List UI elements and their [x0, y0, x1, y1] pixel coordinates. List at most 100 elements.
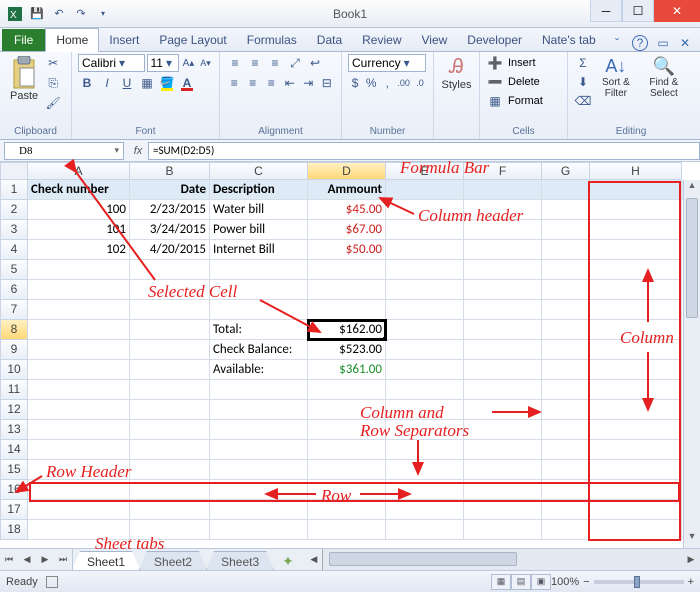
minimize-ribbon-icon[interactable]: ˇ: [610, 36, 624, 50]
bold-button[interactable]: B: [78, 74, 96, 92]
cell[interactable]: [28, 300, 130, 320]
cell[interactable]: [130, 260, 210, 280]
cell[interactable]: [464, 520, 542, 540]
cell[interactable]: [590, 360, 682, 380]
row-header-11[interactable]: 11: [0, 380, 28, 400]
cell[interactable]: [308, 260, 386, 280]
row-header-16[interactable]: 16: [0, 480, 28, 500]
col-header-c[interactable]: C: [210, 162, 308, 180]
decrease-decimal-icon[interactable]: .0: [413, 74, 427, 92]
cell[interactable]: [308, 500, 386, 520]
cell[interactable]: [130, 420, 210, 440]
cell[interactable]: [542, 420, 590, 440]
sheet-tab-3[interactable]: Sheet3: [206, 551, 274, 570]
cell[interactable]: [464, 500, 542, 520]
row-header-15[interactable]: 15: [0, 460, 28, 480]
border-button[interactable]: ▦: [138, 74, 156, 92]
sheet-tab-2[interactable]: Sheet2: [139, 551, 207, 570]
qat-dropdown-icon[interactable]: ▾: [94, 5, 112, 23]
delete-cells-label[interactable]: Delete: [506, 76, 540, 88]
zoom-in-button[interactable]: +: [688, 576, 694, 588]
cell[interactable]: [590, 500, 682, 520]
cell[interactable]: [542, 240, 590, 260]
cell[interactable]: [210, 440, 308, 460]
cell[interactable]: [28, 360, 130, 380]
align-left-icon[interactable]: ≡: [226, 74, 243, 92]
cell[interactable]: Internet Bill: [210, 240, 308, 260]
cell[interactable]: 2/23/2015: [130, 200, 210, 220]
tab-view[interactable]: View: [412, 29, 458, 51]
cell[interactable]: [28, 520, 130, 540]
cell[interactable]: [542, 500, 590, 520]
tab-formulas[interactable]: Formulas: [237, 29, 307, 51]
italic-button[interactable]: I: [98, 74, 116, 92]
cell[interactable]: [210, 480, 308, 500]
row-header-1[interactable]: 1: [0, 180, 28, 200]
cell[interactable]: [542, 360, 590, 380]
cell[interactable]: 4/20/2015: [130, 240, 210, 260]
cell[interactable]: [464, 400, 542, 420]
cell[interactable]: [386, 520, 464, 540]
scroll-up-icon[interactable]: ▲: [684, 180, 700, 197]
maximize-button[interactable]: ☐: [622, 0, 654, 22]
cell[interactable]: Date: [130, 180, 210, 200]
cell[interactable]: [210, 400, 308, 420]
cell[interactable]: [210, 520, 308, 540]
cell[interactable]: [308, 420, 386, 440]
cell[interactable]: [464, 200, 542, 220]
select-all-button[interactable]: [0, 162, 28, 180]
view-layout-icon[interactable]: ▤: [511, 574, 531, 590]
cell[interactable]: [590, 340, 682, 360]
increase-indent-icon[interactable]: ⇥: [300, 74, 317, 92]
cell[interactable]: [28, 460, 130, 480]
fill-color-button[interactable]: 🪣: [158, 74, 176, 92]
tab-data[interactable]: Data: [307, 29, 352, 51]
vertical-scroll-thumb[interactable]: [686, 198, 698, 318]
cell[interactable]: [130, 400, 210, 420]
vertical-scrollbar[interactable]: ▲ ▼: [683, 180, 700, 548]
cell[interactable]: Ammount: [308, 180, 386, 200]
cell[interactable]: [590, 260, 682, 280]
cell[interactable]: [210, 260, 308, 280]
cell[interactable]: [308, 280, 386, 300]
cell[interactable]: [28, 420, 130, 440]
save-icon[interactable]: 💾: [28, 5, 46, 23]
row-header-6[interactable]: 6: [0, 280, 28, 300]
cell[interactable]: Water bill: [210, 200, 308, 220]
cell[interactable]: 3/24/2015: [130, 220, 210, 240]
delete-cells-icon[interactable]: ➖: [486, 73, 504, 91]
cell[interactable]: [28, 380, 130, 400]
file-tab[interactable]: File: [2, 29, 45, 51]
cell[interactable]: [210, 500, 308, 520]
cell[interactable]: [130, 460, 210, 480]
row-header-2[interactable]: 2: [0, 200, 28, 220]
cell[interactable]: [130, 520, 210, 540]
decrease-font-icon[interactable]: A▾: [198, 54, 213, 72]
cell[interactable]: [28, 280, 130, 300]
cell[interactable]: [386, 180, 464, 200]
cell[interactable]: [386, 320, 464, 340]
cell[interactable]: Available:: [210, 360, 308, 380]
cell[interactable]: [590, 460, 682, 480]
cell[interactable]: [28, 320, 130, 340]
help-icon[interactable]: ?: [632, 35, 648, 51]
paste-button[interactable]: Paste: [6, 54, 42, 112]
cell[interactable]: [542, 200, 590, 220]
format-cells-icon[interactable]: ▦: [486, 92, 504, 110]
cell[interactable]: [464, 320, 542, 340]
cell[interactable]: [464, 300, 542, 320]
font-family-combo[interactable]: Calibri▾: [78, 54, 145, 72]
cell[interactable]: [464, 240, 542, 260]
cell[interactable]: [542, 260, 590, 280]
cell[interactable]: [130, 360, 210, 380]
cell[interactable]: [590, 320, 682, 340]
tab-page-layout[interactable]: Page Layout: [149, 29, 236, 51]
cell[interactable]: [386, 340, 464, 360]
percent-icon[interactable]: %: [364, 74, 378, 92]
cell[interactable]: [28, 400, 130, 420]
cell[interactable]: [386, 240, 464, 260]
ribbon-options-icon[interactable]: ▭: [656, 36, 670, 50]
tab-nav-prev-icon[interactable]: ◀: [18, 549, 36, 570]
cell[interactable]: [28, 500, 130, 520]
autosum-icon[interactable]: Σ: [574, 54, 592, 72]
